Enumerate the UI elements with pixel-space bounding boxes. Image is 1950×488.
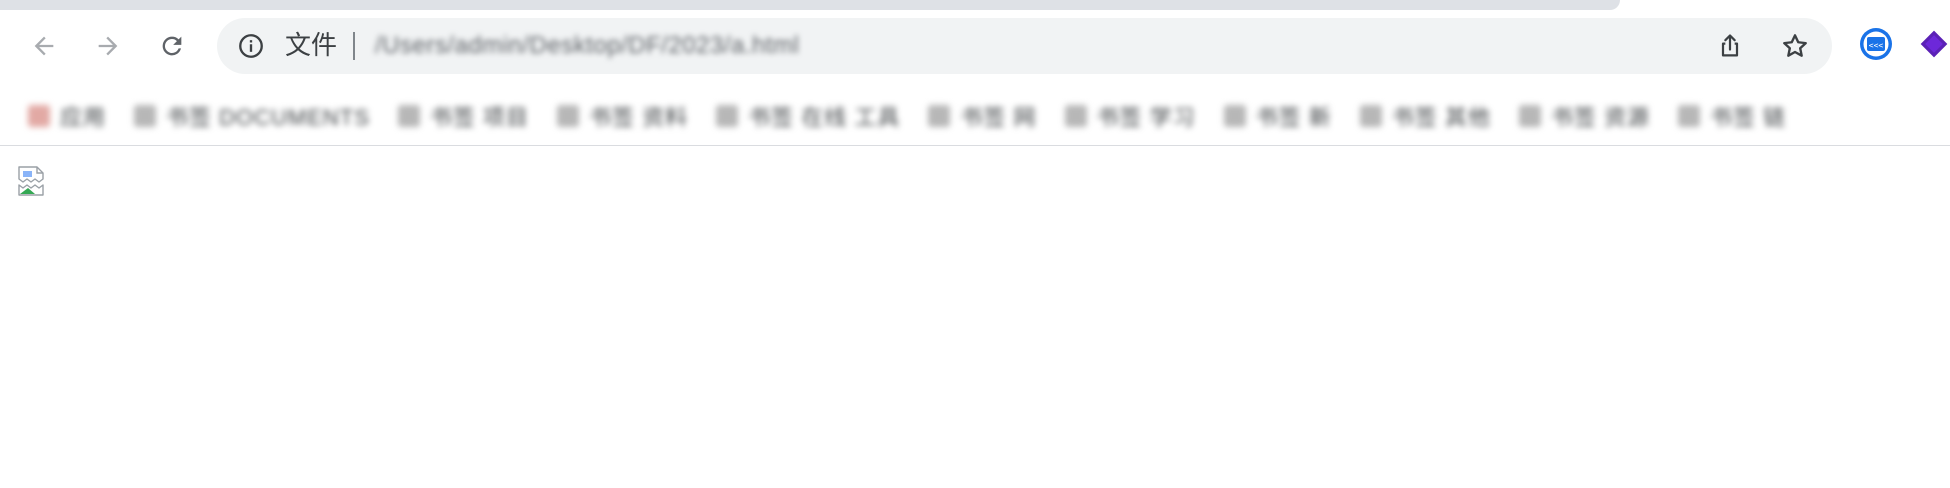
folder-icon (557, 105, 580, 127)
extension-button-2[interactable] (1918, 26, 1950, 62)
folder-icon (716, 105, 739, 127)
extension-purple-icon (1920, 30, 1948, 58)
bookmarks-list: 应用 书签 DOCUMENTS 书签 项目 书签 资料 书签 在线 工具 书签 网 书签 学… (28, 100, 1814, 132)
folder-icon (1678, 105, 1701, 127)
bookmark-item[interactable]: 书签 学习 (1064, 100, 1196, 132)
bookmark-label: 书签 新 (1255, 105, 1332, 130)
star-icon (1783, 34, 1807, 57)
extension-dev-icon: <<< (1860, 28, 1892, 60)
forward-button[interactable] (86, 24, 130, 68)
share-icon (1721, 34, 1739, 57)
bookmark-label: 书签 DOCUMENTS (166, 105, 370, 130)
folder-icon (134, 105, 157, 127)
svg-text:<<<: <<< (1869, 41, 1884, 50)
bookmark-item[interactable]: 书签 其他 (1359, 100, 1491, 132)
share-button[interactable] (1712, 28, 1748, 64)
bookmark-item[interactable]: 书签 DOCUMENTS (134, 100, 370, 132)
address-bar[interactable]: 文件 /Users/admin/Desktop/DF/2023/a.html (217, 18, 1832, 74)
folder-icon (1359, 105, 1382, 127)
arrow-right-icon (98, 36, 118, 56)
bookmarks-bar: 应用 书签 DOCUMENTS 书签 项目 书签 资料 书签 在线 工具 书签 网 书签 学… (0, 82, 1950, 146)
bookmark-item[interactable]: 书签 资源 (1518, 100, 1651, 132)
bookmark-label: 书签 项目 (429, 105, 530, 130)
bookmark-label: 应用 (60, 105, 107, 130)
bookmark-label: 书签 网 (960, 105, 1037, 130)
apps-icon (28, 105, 50, 127)
extension-button-1[interactable]: <<< (1858, 26, 1894, 62)
bookmark-label: 书签 在线 工具 (748, 105, 901, 130)
info-icon[interactable] (237, 32, 265, 60)
bookmark-item[interactable]: 书签 链 (1678, 100, 1786, 132)
page-content (0, 147, 1950, 488)
bookmark-item[interactable]: 书签 新 (1223, 100, 1332, 132)
back-button[interactable] (22, 24, 66, 68)
omnibox-divider (353, 32, 355, 60)
bookmark-label: 书签 学习 (1096, 105, 1196, 130)
bookmark-item[interactable]: 书签 资料 (557, 100, 688, 132)
browser-toolbar: 文件 /Users/admin/Desktop/DF/2023/a.html (0, 10, 1950, 82)
active-tab-edge[interactable] (0, 0, 1620, 10)
bookmark-label: 书签 资源 (1550, 105, 1651, 130)
bookmark-star-button[interactable] (1777, 28, 1813, 64)
url-text[interactable]: /Users/admin/Desktop/DF/2023/a.html (375, 33, 799, 59)
scheme-label: 文件 (285, 31, 338, 61)
folder-icon (1223, 105, 1246, 127)
bookmark-label: 书签 资料 (589, 105, 689, 130)
reload-button[interactable] (150, 24, 194, 68)
broken-image-icon (18, 166, 44, 196)
bookmark-label: 书签 链 (1710, 105, 1787, 130)
arrow-left-icon (34, 36, 54, 56)
bookmark-item[interactable]: 书签 网 (928, 100, 1036, 132)
bookmark-label: 书签 其他 (1391, 105, 1491, 130)
folder-icon (1064, 105, 1087, 127)
bookmark-item[interactable]: 书签 项目 (397, 100, 530, 132)
folder-icon (1518, 105, 1541, 127)
bookmark-item[interactable]: 应用 (28, 100, 106, 132)
folder-icon (928, 105, 951, 127)
bookmark-item[interactable]: 书签 在线 工具 (716, 100, 900, 132)
folder-icon (397, 105, 420, 127)
reload-icon (162, 36, 182, 56)
